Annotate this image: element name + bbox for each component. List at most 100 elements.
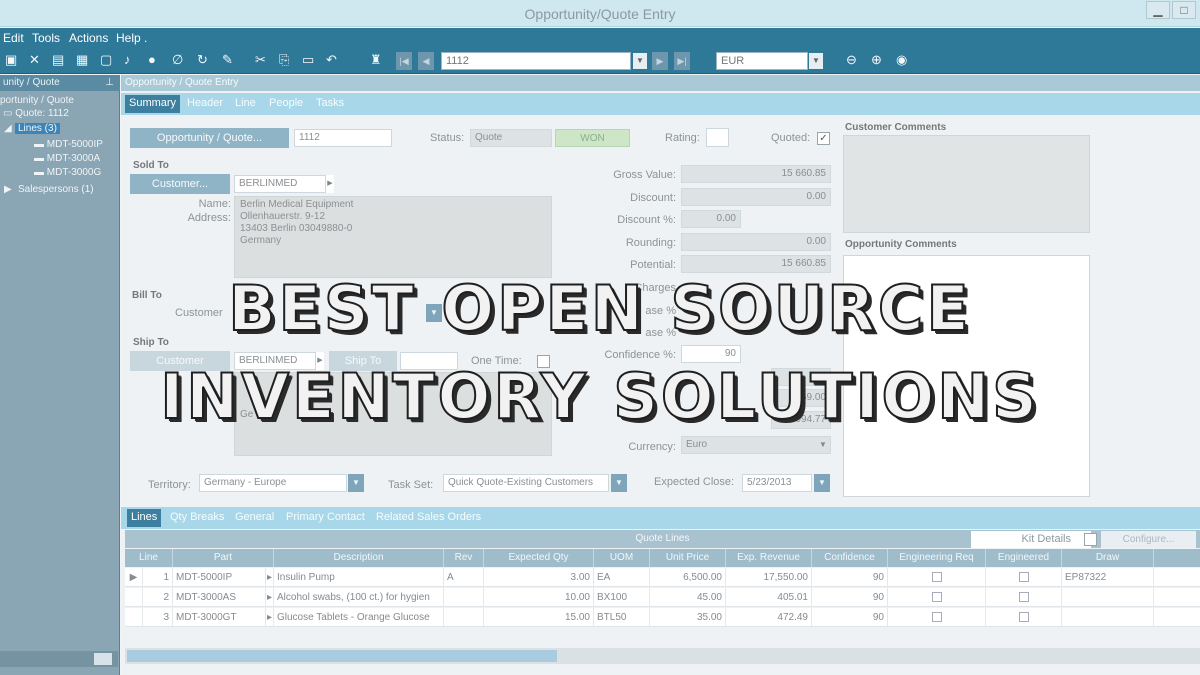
scroll-thumb[interactable]	[94, 653, 112, 665]
address-box[interactable]: Berlin Medical Equipment Ollenhauerstr. …	[234, 196, 552, 278]
customer-button[interactable]: Customer...	[130, 174, 230, 194]
customer-comments-box[interactable]	[843, 135, 1090, 233]
tab-general[interactable]: General	[235, 511, 274, 523]
cell-qty[interactable]: 15.00	[484, 608, 594, 627]
expand-icon[interactable]: ◢	[4, 123, 12, 134]
cell-confidence[interactable]: 90	[812, 568, 888, 587]
cell-confidence[interactable]: 90	[812, 608, 888, 627]
tab-lines[interactable]: Lines	[127, 509, 162, 527]
tab-people[interactable]: People	[269, 97, 303, 109]
brush-icon[interactable]: ✎	[222, 52, 233, 68]
phone-icon[interactable]: ♪	[124, 52, 131, 68]
opportunity-comments-box[interactable]	[843, 255, 1090, 497]
col-uom[interactable]: UOM	[594, 549, 650, 567]
tab-related-sales-orders[interactable]: Related Sales Orders	[376, 511, 481, 523]
table-row[interactable]: ▶ 1 MDT-5000IP ▸ Insulin Pump A 3.00 EA …	[125, 568, 1200, 587]
cell-uom[interactable]: BTL50	[594, 608, 650, 627]
home-icon[interactable]: ◉	[896, 52, 907, 68]
col-expected-qty[interactable]: Expected Qty	[484, 549, 594, 567]
engineered-checkbox[interactable]	[1018, 612, 1029, 623]
col-part[interactable]: Part	[173, 549, 274, 567]
row-selector-icon[interactable]: ▶	[125, 568, 143, 587]
cell-engineering-req[interactable]	[888, 568, 986, 587]
part-arrow-icon[interactable]: ▸	[266, 608, 274, 627]
task-set-dropdown-icon[interactable]: ▼	[611, 474, 627, 492]
col-draw[interactable]: Draw	[1062, 549, 1154, 567]
refresh-icon[interactable]: ↻	[197, 52, 208, 68]
cell-description[interactable]: Glucose Tablets - Orange Glucose	[274, 608, 444, 627]
tab-header[interactable]: Header	[187, 97, 223, 109]
cell-qty[interactable]: 10.00	[484, 588, 594, 607]
part-arrow-icon[interactable]: ▸	[266, 588, 274, 607]
currency-dropdown-icon[interactable]: ▼	[819, 440, 827, 449]
cell-confidence[interactable]: 90	[812, 588, 888, 607]
cell-rev[interactable]	[444, 588, 484, 607]
tree-item-quote[interactable]: ▭ Quote: 1112	[3, 108, 69, 119]
cell-unit-price[interactable]: 6,500.00	[650, 568, 726, 587]
tree-item-line-2[interactable]: ▬ MDT-3000A	[34, 153, 100, 164]
tree-item-line-1[interactable]: ▬ MDT-5000IP	[34, 139, 103, 150]
engineered-checkbox[interactable]	[1018, 572, 1029, 583]
ship-address-box[interactable]: Ge	[234, 372, 552, 456]
tree-item-lines[interactable]: Lines (3)	[15, 123, 60, 134]
col-engineered[interactable]: Engineered	[986, 549, 1062, 567]
confidence-field[interactable]: 90	[681, 345, 741, 363]
cell-rev[interactable]	[444, 608, 484, 627]
maximize-button[interactable]: □	[1172, 1, 1196, 19]
undo-icon[interactable]: ↶	[326, 52, 337, 68]
task-set-field[interactable]: Quick Quote-Existing Customers	[443, 474, 609, 492]
cell-engineering-req[interactable]	[888, 588, 986, 607]
ship-to-button[interactable]: Ship To	[329, 351, 397, 371]
minimize-button[interactable]: ▁	[1146, 1, 1170, 19]
tab-qty-breaks[interactable]: Qty Breaks	[170, 511, 224, 523]
note-icon[interactable]: ▢	[100, 52, 112, 68]
cell-part[interactable]: MDT-5000IP	[173, 568, 266, 587]
record-input[interactable]: 1112	[441, 52, 631, 70]
table-row[interactable]: 3 MDT-3000GT ▸ Glucose Tablets - Orange …	[125, 608, 1200, 627]
paste-icon[interactable]: ▭	[302, 52, 314, 68]
ship-customer-arrow-icon[interactable]: ▶	[316, 352, 324, 370]
engineered-checkbox[interactable]	[1018, 592, 1029, 603]
one-time-checkbox[interactable]	[537, 355, 550, 368]
col-line[interactable]: Line	[125, 549, 173, 567]
tab-line[interactable]: Line	[235, 97, 256, 109]
pin-icon[interactable]: ⊥	[105, 77, 114, 88]
book-icon[interactable]: ▤	[52, 52, 64, 68]
copy-icon[interactable]: ⎘	[279, 52, 289, 68]
ship-to-field[interactable]	[400, 352, 458, 370]
cell-engineered[interactable]	[986, 568, 1062, 587]
scroll-thumb[interactable]	[127, 650, 557, 662]
attach-icon[interactable]: ∅	[172, 52, 183, 68]
opportunity-number-field[interactable]: 1112	[294, 129, 392, 147]
menu-actions[interactable]: Actions	[69, 31, 108, 45]
engineering-req-checkbox[interactable]	[931, 572, 942, 583]
col-confidence[interactable]: Confidence	[812, 549, 888, 567]
cell-description[interactable]: Insulin Pump	[274, 568, 444, 587]
calendar-dropdown-icon[interactable]: ▼	[814, 474, 830, 492]
expected-close-field[interactable]: 5/23/2013	[742, 474, 812, 492]
bill-customer-dropdown-icon[interactable]: ▼	[426, 304, 442, 322]
discount-pct-field[interactable]: 0.00	[681, 210, 741, 228]
quoted-checkbox[interactable]: ✓	[817, 132, 830, 145]
tree-item-salespersons[interactable]: Salespersons (1)	[18, 184, 94, 195]
cell-part[interactable]: MDT-3000AS	[173, 588, 266, 607]
customer-arrow-icon[interactable]: ▶	[326, 175, 334, 193]
cell-draw[interactable]: EP87322	[1062, 568, 1154, 587]
prev-record-icon[interactable]: ◀	[418, 52, 434, 70]
save-icon[interactable]: ▣	[5, 52, 17, 68]
cell-uom[interactable]: BX100	[594, 588, 650, 607]
tree-scrollbar[interactable]	[0, 651, 118, 667]
engineering-req-checkbox[interactable]	[931, 592, 942, 603]
tree-item-line-3[interactable]: ▬ MDT-3000G	[34, 167, 101, 178]
cell-engineered[interactable]	[986, 608, 1062, 627]
customer-id-field[interactable]: BERLINMED	[234, 175, 326, 193]
ship-customer-button[interactable]: Customer	[130, 351, 230, 371]
col-engineering-req[interactable]: Engineering Req	[888, 549, 986, 567]
cut-icon[interactable]: ✂	[255, 52, 266, 68]
cell-engineering-req[interactable]	[888, 608, 986, 627]
cell-unit-price[interactable]: 35.00	[650, 608, 726, 627]
cell-description[interactable]: Alcohol swabs, (100 ct.) for hygien	[274, 588, 444, 607]
menu-edit[interactable]: Edit	[3, 31, 24, 45]
ship-customer-field[interactable]: BERLINMED	[234, 352, 316, 370]
configure-button[interactable]: Configure...	[1101, 531, 1196, 548]
